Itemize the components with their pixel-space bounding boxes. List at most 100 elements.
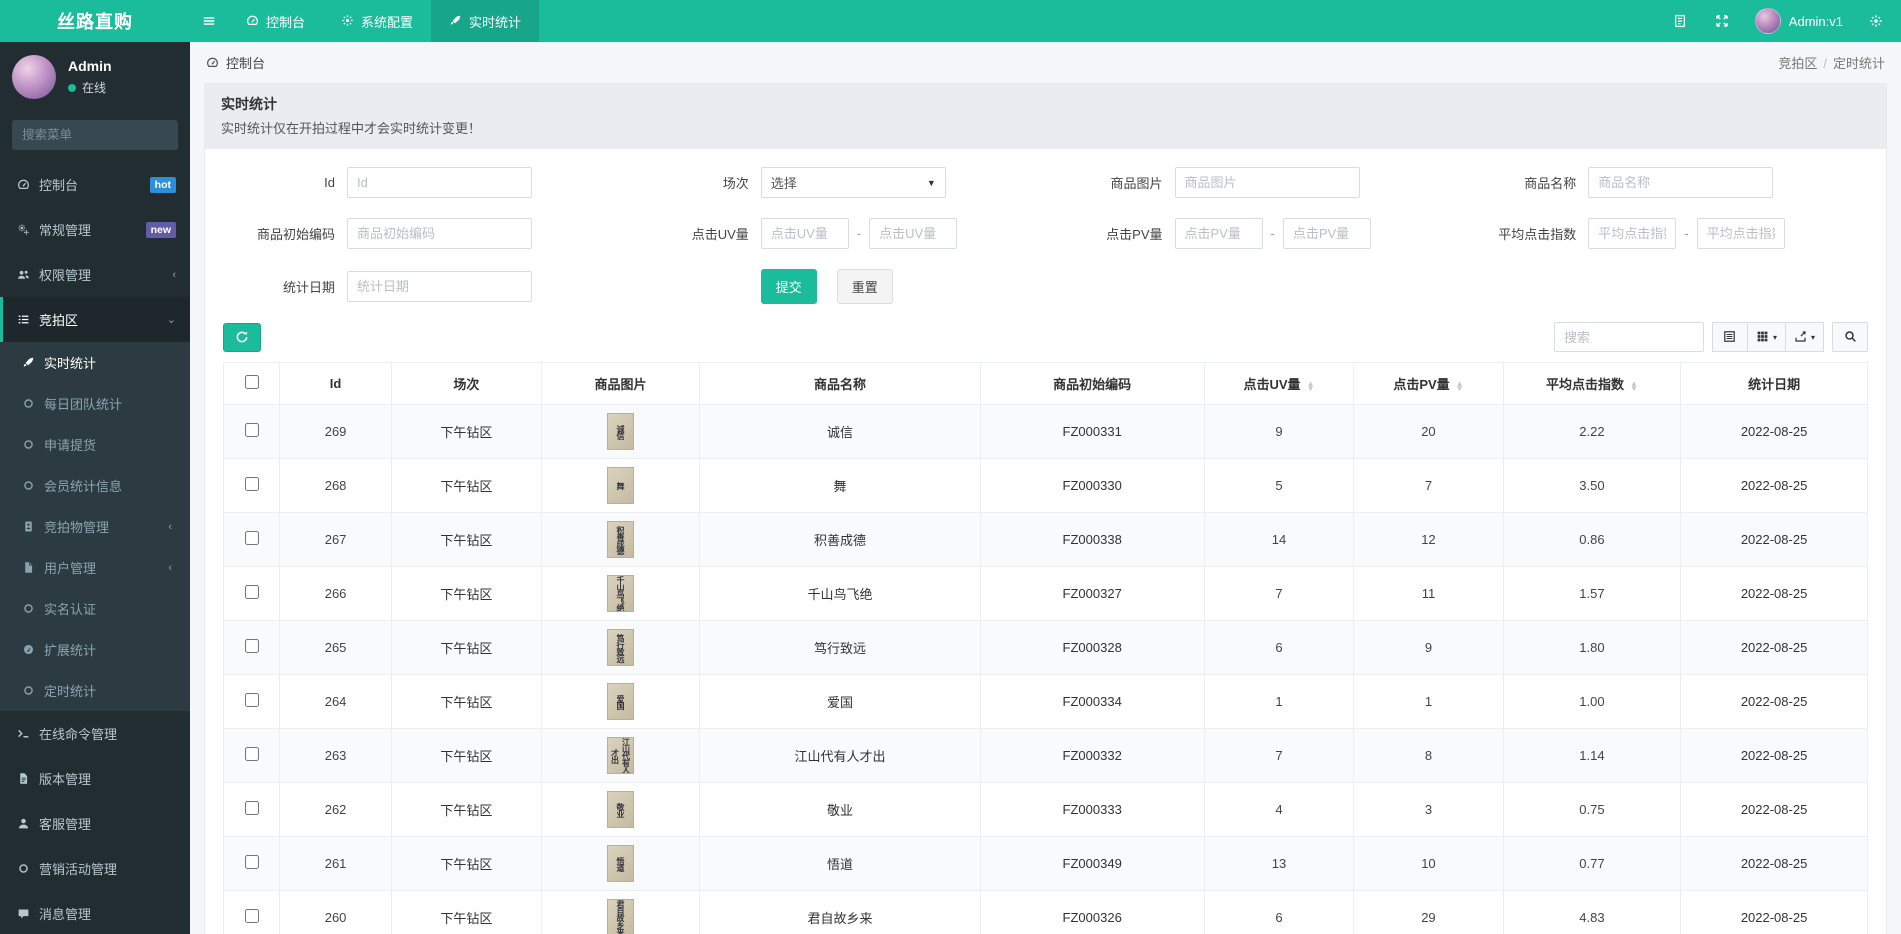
filter-input[interactable] [347,218,532,249]
range-max-input[interactable] [1282,218,1371,249]
cell-name: 江山代有人才出 [699,728,981,783]
log-button[interactable] [1661,0,1699,42]
row-checkbox[interactable] [244,801,259,815]
cell-code: FZ000328 [979,620,1205,675]
sidebar-item[interactable]: 版本管理 [0,756,190,801]
column-header[interactable]: 平均点击指数 ▲ ▼ [1502,362,1682,405]
sidebar-subitem[interactable]: 申请提货 [0,424,190,465]
select-all-checkbox[interactable] [244,375,259,389]
cell-avg: 2.22 [1502,404,1682,459]
product-image[interactable]: 悟道 [606,845,634,882]
user-menu[interactable]: Admin:v1 [1745,8,1853,34]
row-select-cell [222,458,281,513]
product-image[interactable]: 江山代有人才出 [606,737,634,774]
dashboard-icon [17,177,30,192]
range-max-input[interactable] [1696,218,1785,249]
table-search-input[interactable] [1553,322,1704,352]
menu-label: 权限管理 [39,268,92,283]
cell-uv: 6 [1203,890,1355,934]
sidebar-item[interactable]: 在线命令管理 [0,711,190,756]
row-checkbox[interactable] [244,531,259,545]
row-checkbox[interactable] [244,909,259,923]
sidebar-item[interactable]: 权限管理 ‹ [0,252,190,297]
product-image[interactable]: 诚信 [606,413,634,450]
menu-badge: new [145,221,176,238]
cell-id: 268 [279,458,393,513]
sidebar-item[interactable]: 控制台 hot [0,162,190,207]
sidebar-item[interactable]: 消息管理 [0,891,190,934]
product-image[interactable]: 敬业 [606,791,634,828]
column-header[interactable]: 点击PV量 ▲ ▼ [1353,362,1504,405]
row-select-cell [222,620,281,675]
sidebar-item[interactable]: 常规管理 new [0,207,190,252]
top-nav-tab[interactable]: 实时统计 [431,0,540,42]
refresh-button[interactable] [223,322,261,352]
sidebar-item[interactable]: 客服管理 [0,801,190,846]
column-header[interactable]: 点击UV量 ▲ ▼ [1203,362,1355,405]
range-max-input[interactable] [869,218,958,249]
range-min-input[interactable] [1588,218,1677,249]
cell-avg: 0.75 [1502,782,1682,837]
product-image[interactable]: 千山鸟飞绝 [606,575,634,612]
filter-input[interactable] [1174,167,1360,198]
breadcrumb-segment[interactable]: 竞拍区 [1778,56,1817,71]
chevron-left-icon: ‹ [168,561,172,574]
sidebar-subitem[interactable]: 定时统计 [0,670,190,711]
filter-label: 场次 [722,176,749,191]
row-select-cell [222,512,281,567]
row-checkbox[interactable] [244,855,259,869]
range-min-input[interactable] [760,218,849,249]
top-nav-tab[interactable]: 控制台 [228,0,323,42]
row-checkbox[interactable] [244,423,259,437]
row-checkbox[interactable] [244,747,259,761]
sidebar-subitem[interactable]: 会员统计信息 [0,465,190,506]
sidebar-subitem[interactable]: 实名认证 [0,588,190,629]
fullscreen-button[interactable] [1703,0,1741,42]
sidebar-subitem[interactable]: 每日团队统计 [0,383,190,424]
product-image[interactable]: 爱国 [606,683,634,720]
filter-input[interactable] [347,271,532,302]
user-icon [17,816,30,831]
advanced-search-button[interactable] [1832,322,1868,352]
product-image[interactable]: 积善成德 [606,521,634,558]
top-nav-tab[interactable]: 系统配置 [323,0,431,42]
sort-icon[interactable]: ▲ ▼ [1307,379,1315,392]
breadcrumb-left[interactable]: 控制台 [226,53,265,72]
range-separator: - [856,226,862,241]
export-button[interactable]: ▾ [1785,322,1824,352]
filter-input[interactable] [347,167,532,198]
submit-button[interactable]: 提交 [760,269,817,304]
sidebar-subitem[interactable]: 用户管理 ‹ [0,547,190,588]
product-image[interactable]: 君自故乡来 [606,899,634,934]
sort-icon[interactable]: ▲ ▼ [1630,379,1638,392]
user-status: 在线 [68,79,112,96]
row-checkbox[interactable] [244,693,259,707]
row-checkbox[interactable] [244,585,259,599]
reset-button[interactable]: 重置 [836,269,893,304]
cell-uv: 1 [1203,674,1355,729]
product-image[interactable]: 笃行致远 [606,629,634,666]
app-logo: 丝路直购 [0,0,190,42]
sidebar-item[interactable]: 竞拍区 ⌄ [0,297,190,342]
columns-button[interactable]: ▾ [1747,322,1786,352]
sort-icon[interactable]: ▲ ▼ [1456,379,1464,392]
badge-icon [22,519,35,534]
session-select[interactable]: 选择 ▼ [760,167,946,198]
filter-field: 商品图片 [1051,167,1455,198]
sidebar-subitem[interactable]: 竞拍物管理 ‹ [0,506,190,547]
row-checkbox[interactable] [244,477,259,491]
sidebar-subitem[interactable]: 实时统计 [0,342,190,383]
settings-button[interactable] [1857,0,1895,42]
avatar [1754,8,1781,34]
sidebar-subitem[interactable]: 扩展统计 [0,629,190,670]
filter-input[interactable] [1588,167,1774,198]
range-min-input[interactable] [1174,218,1263,249]
column-label: 点击PV量 [1393,377,1450,392]
filter-field: Id [223,167,627,198]
sidebar-toggle-button[interactable] [190,0,228,42]
sidebar-item[interactable]: 营销活动管理 [0,846,190,891]
sidebar-search-input[interactable] [12,120,178,150]
paging-toggle-button[interactable] [1711,322,1748,352]
product-image[interactable]: 舞 [606,467,634,504]
row-checkbox[interactable] [244,639,259,653]
